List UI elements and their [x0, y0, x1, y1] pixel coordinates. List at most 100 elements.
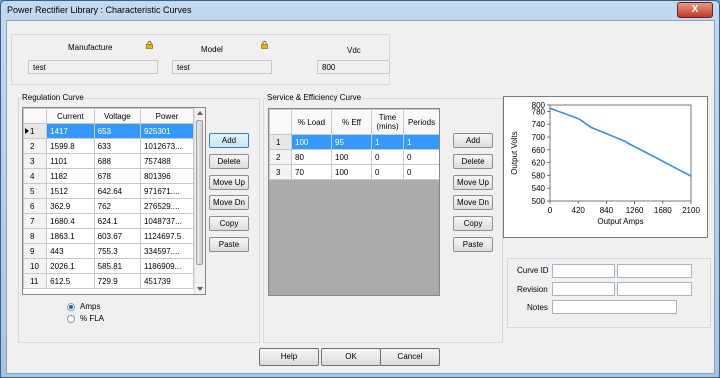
- row-number[interactable]: 3: [23, 153, 48, 169]
- table-cell[interactable]: 633: [93, 138, 141, 154]
- row-number[interactable]: 6: [23, 198, 48, 214]
- table-cell[interactable]: 1417: [46, 123, 95, 139]
- service-delete-button[interactable]: Delete: [453, 154, 493, 169]
- table-cell[interactable]: 80: [291, 149, 332, 165]
- service-copy-button[interactable]: Copy: [453, 216, 493, 231]
- fla-radio-label[interactable]: % FLA: [80, 314, 104, 323]
- table-row[interactable]: 9 443 755.3 334597....: [23, 243, 195, 259]
- row-number[interactable]: 3: [269, 164, 292, 180]
- column-header[interactable]: Current: [46, 108, 95, 124]
- service-move-up-button[interactable]: Move Up: [453, 175, 493, 190]
- regulation-grid[interactable]: Current Voltage Power 1 1417 653 925301 2 159…: [22, 107, 206, 295]
- vertical-scrollbar[interactable]: [194, 108, 205, 294]
- table-row[interactable]: 5 1512 642.64 971671....: [23, 183, 195, 199]
- table-row[interactable]: 6 362.9 762 276529....: [23, 198, 195, 214]
- table-cell[interactable]: 0: [371, 149, 404, 165]
- table-cell[interactable]: 612.5: [46, 273, 95, 289]
- column-header[interactable]: Time (mins): [371, 109, 404, 135]
- service-grid[interactable]: % Load % Eff Time (mins) Periods 1 100 95 1…: [268, 108, 440, 296]
- table-cell[interactable]: 762: [93, 198, 141, 214]
- table-cell[interactable]: 276529....: [139, 198, 195, 214]
- table-cell[interactable]: 451739: [139, 273, 195, 289]
- ok-button[interactable]: OK: [321, 348, 381, 366]
- close-button[interactable]: X: [677, 2, 713, 18]
- column-header[interactable]: Periods: [403, 109, 439, 135]
- table-cell[interactable]: 624.1: [93, 213, 141, 229]
- row-number[interactable]: 11: [23, 273, 48, 289]
- scroll-down-arrow[interactable]: [197, 287, 203, 291]
- regulation-move-down-button[interactable]: Move Dn: [209, 195, 249, 210]
- column-header[interactable]: % Load: [291, 109, 332, 135]
- regulation-copy-button[interactable]: Copy: [209, 216, 249, 231]
- table-cell[interactable]: 100: [331, 164, 372, 180]
- service-paste-button[interactable]: Paste: [453, 237, 493, 252]
- table-row[interactable]: 11 612.5 729.9 451739: [23, 273, 195, 289]
- table-row[interactable]: 3 70 100 0 0: [269, 164, 439, 180]
- amps-radio-label[interactable]: Amps: [80, 302, 100, 311]
- table-cell[interactable]: 688: [93, 153, 141, 169]
- table-cell[interactable]: 1512: [46, 183, 95, 199]
- row-number[interactable]: 8: [23, 228, 48, 244]
- service-move-down-button[interactable]: Move Dn: [453, 195, 493, 210]
- revision-extra-field[interactable]: [617, 282, 692, 296]
- row-number[interactable]: 4: [23, 168, 48, 184]
- row-number[interactable]: 2: [269, 149, 292, 165]
- table-cell[interactable]: 0: [403, 164, 439, 180]
- revision-field[interactable]: [552, 282, 615, 296]
- table-cell[interactable]: 95: [331, 134, 372, 150]
- cancel-button[interactable]: Cancel: [380, 348, 440, 366]
- row-number[interactable]: 9: [23, 243, 48, 259]
- table-cell[interactable]: 1863.1: [46, 228, 95, 244]
- table-cell[interactable]: 642.64: [93, 183, 141, 199]
- row-number[interactable]: 7: [23, 213, 48, 229]
- regulation-paste-button[interactable]: Paste: [209, 237, 249, 252]
- notes-field[interactable]: [552, 300, 677, 314]
- row-number[interactable]: 5: [23, 183, 48, 199]
- table-row[interactable]: 1 1417 653 925301: [23, 123, 195, 139]
- table-row[interactable]: 2 1599.8 633 1012673...: [23, 138, 195, 154]
- amps-radio[interactable]: [67, 303, 75, 311]
- table-cell[interactable]: 678: [93, 168, 141, 184]
- row-number[interactable]: 1: [23, 123, 48, 139]
- table-cell[interactable]: 100: [331, 149, 372, 165]
- table-cell[interactable]: 1101: [46, 153, 95, 169]
- table-cell[interactable]: 334597....: [139, 243, 195, 259]
- regulation-add-button[interactable]: Add: [209, 133, 249, 148]
- table-cell[interactable]: 443: [46, 243, 95, 259]
- table-cell[interactable]: 925301: [139, 123, 195, 139]
- table-cell[interactable]: 585.81: [93, 258, 141, 274]
- curve-id-extra-field[interactable]: [617, 264, 692, 278]
- service-add-button[interactable]: Add: [453, 133, 493, 148]
- scroll-up-arrow[interactable]: [197, 111, 203, 115]
- table-cell[interactable]: 1186909...: [139, 258, 195, 274]
- table-row[interactable]: 8 1863.1 603.67 1124697.5: [23, 228, 195, 244]
- table-cell[interactable]: 729.9: [93, 273, 141, 289]
- table-cell[interactable]: 362.9: [46, 198, 95, 214]
- table-row[interactable]: 2 80 100 0 0: [269, 149, 439, 165]
- column-header[interactable]: Power: [139, 108, 195, 124]
- table-cell[interactable]: 1599.8: [46, 138, 95, 154]
- table-cell[interactable]: 801396: [139, 168, 195, 184]
- column-header[interactable]: % Eff: [331, 109, 372, 135]
- regulation-move-up-button[interactable]: Move Up: [209, 175, 249, 190]
- table-row[interactable]: 3 1101 688 757488: [23, 153, 195, 169]
- table-row[interactable]: 7 1680.4 624.1 1048737...: [23, 213, 195, 229]
- row-number[interactable]: 2: [23, 138, 48, 154]
- table-cell[interactable]: 757488: [139, 153, 195, 169]
- table-cell[interactable]: 653: [93, 123, 141, 139]
- table-cell[interactable]: 1: [371, 134, 404, 150]
- table-cell[interactable]: 755.3: [93, 243, 141, 259]
- scroll-thumb[interactable]: [196, 120, 203, 265]
- fla-radio[interactable]: [67, 315, 75, 323]
- curve-id-field[interactable]: [552, 264, 615, 278]
- table-cell[interactable]: 1124697.5: [139, 228, 195, 244]
- row-number[interactable]: 10: [23, 258, 48, 274]
- table-cell[interactable]: 1: [403, 134, 439, 150]
- table-cell[interactable]: 0: [403, 149, 439, 165]
- table-cell[interactable]: 70: [291, 164, 332, 180]
- column-header[interactable]: Voltage: [93, 108, 141, 124]
- table-cell[interactable]: 2026.1: [46, 258, 95, 274]
- table-cell[interactable]: 0: [371, 164, 404, 180]
- table-cell[interactable]: 971671....: [139, 183, 195, 199]
- table-row[interactable]: 1 100 95 1 1: [269, 134, 439, 150]
